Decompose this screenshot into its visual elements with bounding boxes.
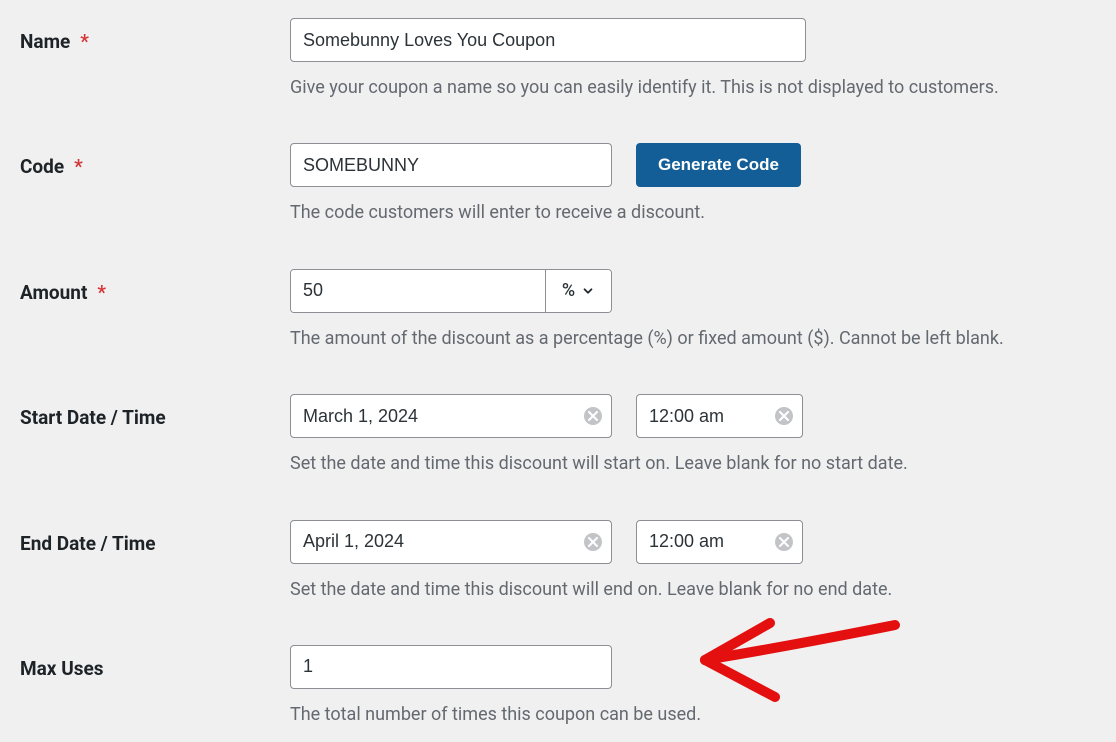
end-time-wrap <box>636 520 803 564</box>
row-start: Start Date / Time Set the date and time … <box>20 394 1096 475</box>
name-input[interactable] <box>290 18 806 62</box>
start-time-wrap <box>636 394 803 438</box>
start-dt-row <box>290 394 1096 438</box>
label-code: Code * <box>20 143 290 178</box>
field-maxuses: The total number of times this coupon ca… <box>290 645 1096 726</box>
row-end: End Date / Time Set the date and time th… <box>20 520 1096 601</box>
chevron-down-icon <box>581 284 595 298</box>
code-row: Generate Code <box>290 143 1096 187</box>
generate-code-button[interactable]: Generate Code <box>636 143 801 187</box>
maxuses-input[interactable] <box>290 645 612 689</box>
label-end: End Date / Time <box>20 520 290 555</box>
row-code: Code * Generate Code The code customers … <box>20 143 1096 224</box>
amount-input[interactable] <box>291 270 545 312</box>
label-maxuses: Max Uses <box>20 645 290 680</box>
amount-unit-select[interactable]: % <box>545 270 611 312</box>
help-end: Set the date and time this discount will… <box>290 578 1096 601</box>
end-date-input[interactable] <box>290 520 612 564</box>
field-code: Generate Code The code customers will en… <box>290 143 1096 224</box>
label-name: Name * <box>20 18 290 53</box>
field-name: Give your coupon a name so you can easil… <box>290 18 1096 99</box>
field-amount: % The amount of the discount as a percen… <box>290 269 1096 350</box>
clear-end-time-button[interactable] <box>775 533 793 551</box>
row-maxuses: Max Uses The total number of times this … <box>20 645 1096 726</box>
label-end-text: End Date / Time <box>20 532 155 555</box>
amount-unit-value: % <box>562 280 575 301</box>
row-amount: Amount * % The amount of the discount as… <box>20 269 1096 350</box>
help-start: Set the date and time this discount will… <box>290 452 1096 475</box>
help-code: The code customers will enter to receive… <box>290 201 1096 224</box>
label-code-text: Code <box>20 155 64 178</box>
label-start: Start Date / Time <box>20 394 290 429</box>
help-maxuses: The total number of times this coupon ca… <box>290 703 1096 726</box>
start-date-input[interactable] <box>290 394 612 438</box>
code-input[interactable] <box>290 143 612 187</box>
label-maxuses-text: Max Uses <box>20 657 104 680</box>
required-marker: * <box>80 30 89 53</box>
label-amount-text: Amount <box>20 281 87 304</box>
field-start: Set the date and time this discount will… <box>290 394 1096 475</box>
clear-end-date-button[interactable] <box>584 533 602 551</box>
required-marker: * <box>74 155 83 178</box>
label-start-text: Start Date / Time <box>20 406 166 429</box>
help-name: Give your coupon a name so you can easil… <box>290 76 1096 99</box>
clear-start-date-button[interactable] <box>584 407 602 425</box>
help-amount: The amount of the discount as a percenta… <box>290 327 1096 350</box>
end-dt-row <box>290 520 1096 564</box>
row-name: Name * Give your coupon a name so you ca… <box>20 18 1096 99</box>
field-end: Set the date and time this discount will… <box>290 520 1096 601</box>
amount-group: % <box>290 269 612 313</box>
start-date-wrap <box>290 394 612 438</box>
required-marker: * <box>97 281 106 304</box>
end-date-wrap <box>290 520 612 564</box>
label-amount: Amount * <box>20 269 290 304</box>
coupon-form: Name * Give your coupon a name so you ca… <box>0 0 1116 726</box>
clear-start-time-button[interactable] <box>775 407 793 425</box>
label-name-text: Name <box>20 30 70 53</box>
